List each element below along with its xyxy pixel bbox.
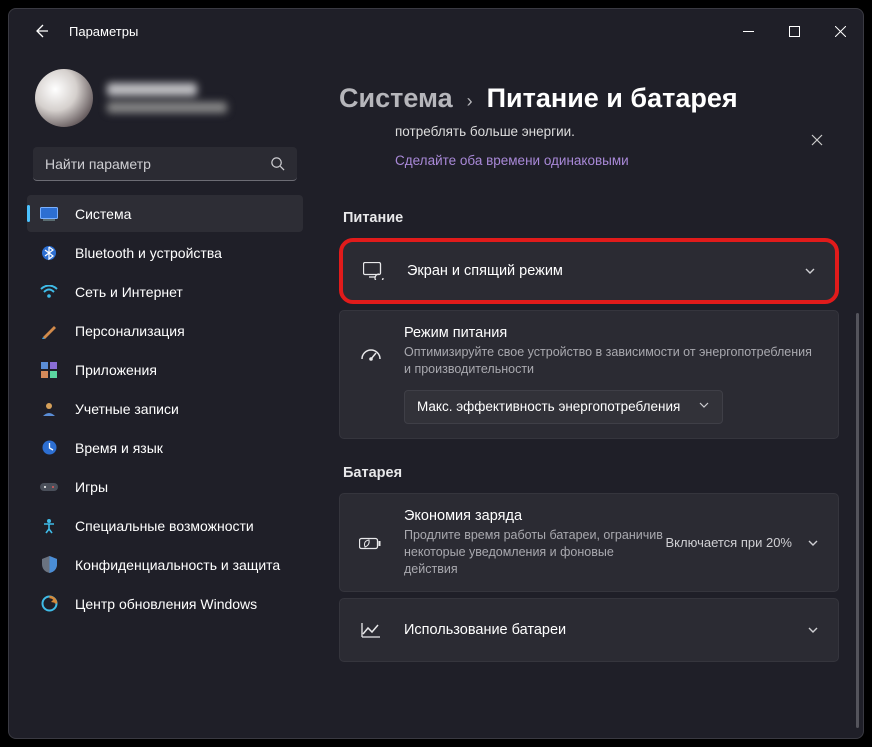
apps-icon <box>39 360 59 380</box>
card-title: Режим питания <box>404 325 820 341</box>
notice-text: потреблять больше энергии. <box>395 124 799 139</box>
notice-link[interactable]: Сделайте оба времени одинаковыми <box>395 153 799 168</box>
sidebar-item-label: Игры <box>75 479 108 495</box>
card-body: Экономия заряда Продлите время работы ба… <box>404 508 666 578</box>
main: Система › Питание и батарея потреблять б… <box>321 53 863 738</box>
breadcrumb-separator: › <box>467 91 473 112</box>
search-input[interactable]: Найти параметр <box>33 147 297 181</box>
battery-saver-value: Включается при 20% <box>666 535 792 550</box>
card-subtitle: Продлите время работы батареи, ограничив… <box>404 527 666 578</box>
close-icon <box>835 26 846 37</box>
card-title: Экран и спящий режим <box>407 263 789 279</box>
gauge-icon <box>358 345 384 361</box>
sidebar-item-label: Приложения <box>75 362 157 378</box>
profile[interactable] <box>15 61 315 143</box>
search-placeholder: Найти параметр <box>45 156 270 172</box>
card-body: Экран и спящий режим <box>407 263 789 279</box>
search-icon <box>270 156 285 171</box>
chevron-down-icon <box>806 536 820 550</box>
scrollbar[interactable] <box>856 313 859 728</box>
body: Найти параметр Система Bluetooth и устро… <box>9 53 863 738</box>
card-subtitle: Оптимизируйте свое устройство в зависимо… <box>404 344 820 378</box>
sidebar-item-label: Система <box>75 206 131 222</box>
chevron-down-icon <box>806 623 820 637</box>
card-power-mode: Режим питания Оптимизируйте свое устройс… <box>339 310 839 439</box>
shield-icon <box>39 555 59 575</box>
close-icon <box>811 134 823 146</box>
breadcrumb-current: Питание и батарея <box>487 83 738 114</box>
sidebar-item-privacy[interactable]: Конфиденциальность и защита <box>27 546 303 583</box>
dropdown-value: Макс. эффективность энергопотребления <box>417 399 680 414</box>
update-icon <box>39 594 59 614</box>
accessibility-icon <box>39 516 59 536</box>
system-icon <box>39 204 59 224</box>
bluetooth-icon <box>39 243 59 263</box>
minimize-icon <box>743 26 754 37</box>
sidebar-item-label: Специальные возможности <box>75 518 254 534</box>
card-battery-usage[interactable]: Использование батареи <box>339 598 839 662</box>
breadcrumb-parent[interactable]: Система <box>339 83 453 114</box>
profile-name-blurred <box>107 83 197 96</box>
titlebar: Параметры <box>9 9 863 53</box>
gamepad-icon <box>39 477 59 497</box>
paintbrush-icon <box>39 321 59 341</box>
notice-banner: потреблять больше энергии. Сделайте оба … <box>339 124 839 184</box>
chevron-down-icon <box>698 399 710 414</box>
sidebar-item-time[interactable]: Время и язык <box>27 429 303 466</box>
card-title: Использование батареи <box>404 622 792 638</box>
card-body: Использование батареи <box>404 622 792 638</box>
sidebar-item-personalization[interactable]: Персонализация <box>27 312 303 349</box>
card-title: Экономия заряда <box>404 508 666 524</box>
sidebar-item-apps[interactable]: Приложения <box>27 351 303 388</box>
arrow-left-icon <box>33 23 49 39</box>
person-icon <box>39 399 59 419</box>
wifi-icon <box>39 282 59 302</box>
battery-leaf-icon <box>358 535 384 551</box>
sidebar-item-label: Bluetooth и устройства <box>75 245 222 261</box>
sidebar-item-accounts[interactable]: Учетные записи <box>27 390 303 427</box>
section-power-label: Питание <box>343 210 839 226</box>
profile-text <box>107 83 227 113</box>
card-battery-saver[interactable]: Экономия заряда Продлите время работы ба… <box>339 493 839 593</box>
sidebar-item-label: Сеть и Интернет <box>75 284 183 300</box>
card-screen-sleep[interactable]: Экран и спящий режим <box>339 238 839 304</box>
sidebar: Найти параметр Система Bluetooth и устро… <box>9 53 321 738</box>
close-button[interactable] <box>817 11 863 51</box>
sidebar-item-accessibility[interactable]: Специальные возможности <box>27 507 303 544</box>
power-mode-dropdown[interactable]: Макс. эффективность энергопотребления <box>404 390 723 424</box>
sidebar-item-label: Учетные записи <box>75 401 179 417</box>
sidebar-item-label: Персонализация <box>75 323 185 339</box>
avatar <box>35 69 93 127</box>
settings-window: Параметры Найти параметр <box>8 8 864 739</box>
sidebar-item-label: Время и язык <box>75 440 163 456</box>
sidebar-item-bluetooth[interactable]: Bluetooth и устройства <box>27 234 303 271</box>
profile-email-blurred <box>107 102 227 113</box>
sidebar-item-label: Центр обновления Windows <box>75 596 257 612</box>
nav: Система Bluetooth и устройства Сеть и Ин… <box>15 195 315 624</box>
chevron-down-icon <box>803 264 817 278</box>
screen-sleep-icon <box>361 262 387 280</box>
breadcrumb: Система › Питание и батарея <box>339 83 839 114</box>
card-body: Режим питания Оптимизируйте свое устройс… <box>404 325 820 424</box>
globe-clock-icon <box>39 438 59 458</box>
sidebar-item-gaming[interactable]: Игры <box>27 468 303 505</box>
notice-close-button[interactable] <box>803 126 831 154</box>
section-battery-label: Батарея <box>343 465 839 481</box>
sidebar-item-update[interactable]: Центр обновления Windows <box>27 585 303 622</box>
card-right: Включается при 20% <box>666 535 820 550</box>
maximize-icon <box>789 26 800 37</box>
sidebar-item-label: Конфиденциальность и защита <box>75 557 280 573</box>
sidebar-item-network[interactable]: Сеть и Интернет <box>27 273 303 310</box>
sidebar-item-system[interactable]: Система <box>27 195 303 232</box>
maximize-button[interactable] <box>771 11 817 51</box>
window-controls <box>725 11 863 51</box>
minimize-button[interactable] <box>725 11 771 51</box>
window-title: Параметры <box>69 24 138 39</box>
back-button[interactable] <box>27 17 55 45</box>
chart-icon <box>358 622 384 638</box>
